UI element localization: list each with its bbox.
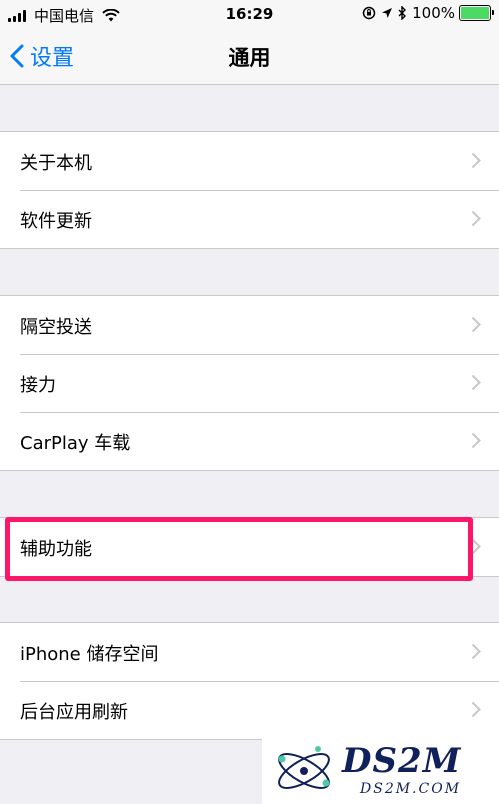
navigation-bar: 设置 通用 xyxy=(0,28,499,85)
battery-percent: 100% xyxy=(412,4,455,22)
settings-group-accessibility: 辅助功能 xyxy=(0,517,499,577)
atom-logo-icon xyxy=(278,746,330,789)
watermark-url: DS2M.COM xyxy=(360,781,462,797)
row-label: 接力 xyxy=(20,375,56,396)
settings-group-storage: iPhone 储存空间 后台应用刷新 xyxy=(0,622,499,740)
row-label: 后台应用刷新 xyxy=(20,702,128,723)
chevron-right-icon xyxy=(471,701,481,718)
chevron-right-icon xyxy=(471,374,481,391)
chevron-right-icon xyxy=(471,316,481,333)
orientation-lock-icon xyxy=(362,6,376,20)
row-label: 辅助功能 xyxy=(20,539,92,560)
chevron-right-icon xyxy=(471,152,481,169)
watermark-logo-text: DS2M xyxy=(342,741,462,781)
row-iphone-storage[interactable]: iPhone 储存空间 xyxy=(0,623,499,681)
location-icon xyxy=(382,8,393,18)
row-background-app-refresh[interactable]: 后台应用刷新 xyxy=(0,681,499,739)
row-label: iPhone 储存空间 xyxy=(20,644,159,665)
chevron-right-icon xyxy=(471,538,481,555)
chevron-right-icon xyxy=(471,210,481,227)
row-handoff[interactable]: 接力 xyxy=(0,354,499,412)
row-software-update[interactable]: 软件更新 xyxy=(0,190,499,248)
row-airdrop[interactable]: 隔空投送 xyxy=(0,296,499,354)
battery-icon xyxy=(459,5,494,21)
chevron-right-icon xyxy=(471,432,481,449)
settings-group-connectivity: 隔空投送 接力 CarPlay 车载 xyxy=(0,295,499,471)
status-right: 100% xyxy=(362,4,494,22)
row-label: 关于本机 xyxy=(20,153,92,174)
watermark: DS2M DS2M.COM xyxy=(262,737,499,804)
row-label: 隔空投送 xyxy=(20,317,92,338)
page-title: 通用 xyxy=(228,46,271,70)
row-about-this-phone[interactable]: 关于本机 xyxy=(0,132,499,190)
bluetooth-icon xyxy=(398,6,407,20)
chevron-right-icon xyxy=(471,643,481,660)
row-accessibility[interactable]: 辅助功能 xyxy=(0,518,499,576)
status-bar: 中国电信 16:29 100% xyxy=(0,0,499,28)
battery-fill xyxy=(461,7,489,19)
row-label: 软件更新 xyxy=(20,211,92,232)
settings-group-about: 关于本机 软件更新 xyxy=(0,131,499,249)
row-carplay[interactable]: CarPlay 车载 xyxy=(0,412,499,470)
row-label: CarPlay 车载 xyxy=(20,433,131,454)
